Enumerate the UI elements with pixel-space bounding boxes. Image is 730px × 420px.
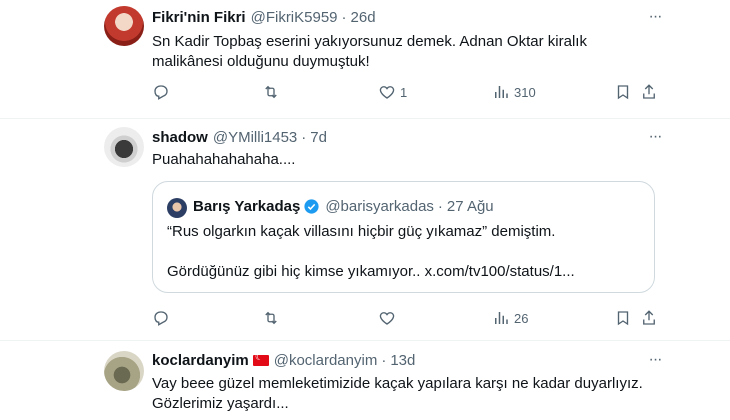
tweet-header: Fikri'nin Fikri @FikriK5959 · 26d xyxy=(152,7,376,27)
views-button[interactable]: 26 xyxy=(492,308,528,328)
like-button[interactable]: 1 xyxy=(378,82,407,102)
tweet-text-line: malikânesi olduğunu duymuştuk! xyxy=(152,53,370,70)
tweet-text-line: Vay beee güzel memleketimizide kaçak yap… xyxy=(152,375,643,392)
separator: · xyxy=(301,128,307,146)
reply-button[interactable] xyxy=(152,308,174,328)
heart-icon xyxy=(379,86,395,99)
share-icon xyxy=(643,84,655,99)
share-icon xyxy=(643,310,655,325)
tweet-1[interactable]: Fikri'nin Fikri @FikriK5959 · 26d ··· Sn… xyxy=(0,0,730,118)
tweet-header: shadow @YMilli1453 · 7d xyxy=(152,127,327,147)
bookmark-icon xyxy=(617,311,629,326)
avatar[interactable] xyxy=(104,127,144,167)
bookmark-button[interactable] xyxy=(614,308,632,328)
timestamp[interactable]: 13d xyxy=(390,352,415,369)
user-handle[interactable]: @koclardanyim xyxy=(274,352,378,369)
separator: · xyxy=(341,8,347,26)
views-icon xyxy=(495,312,508,324)
tweet-text: Puahahahahahaha.... xyxy=(152,150,652,170)
quoted-text-line: “Rus olgarkın kaçak villasını hiçbir güç… xyxy=(167,223,556,240)
like-count: 1 xyxy=(400,84,408,100)
display-name[interactable]: koclardanyim xyxy=(152,352,249,369)
retweet-button[interactable] xyxy=(262,82,284,102)
display-name[interactable]: Fikri'nin Fikri xyxy=(152,9,246,26)
tweet-actions: 26 xyxy=(152,308,662,328)
more-icon[interactable]: ··· xyxy=(645,127,665,147)
heart-icon xyxy=(379,312,395,325)
quoted-avatar xyxy=(167,198,187,218)
quoted-timestamp: 27 Ağu xyxy=(446,198,494,215)
avatar[interactable] xyxy=(104,351,144,391)
user-handle[interactable]: @FikriK5959 xyxy=(251,9,338,26)
reply-button[interactable] xyxy=(152,82,174,102)
bookmark-button[interactable] xyxy=(614,82,632,102)
tweet-text: Sn Kadir Topbaş eserini yakıyorsunuz dem… xyxy=(152,32,652,72)
more-icon[interactable]: ··· xyxy=(645,350,665,370)
reply-icon xyxy=(154,85,168,100)
timestamp[interactable]: 7d xyxy=(310,129,327,146)
more-icon[interactable]: ··· xyxy=(645,7,665,27)
verified-badge-icon xyxy=(304,199,319,214)
bookmark-icon xyxy=(617,85,629,100)
share-button[interactable] xyxy=(640,308,658,328)
timestamp[interactable]: 26d xyxy=(351,9,376,26)
turkey-flag-icon xyxy=(252,352,269,366)
quoted-header: Barış Yarkadaş @barisyarkadas · 27 Ağu xyxy=(193,198,494,215)
like-button[interactable] xyxy=(378,308,400,328)
display-name[interactable]: shadow xyxy=(152,129,208,146)
views-icon xyxy=(495,86,508,98)
view-count: 310 xyxy=(514,84,536,100)
tweet-text: Vay beee güzel memleketimizide kaçak yap… xyxy=(152,374,692,414)
user-handle[interactable]: @YMilli1453 xyxy=(213,129,297,146)
quoted-tweet[interactable]: Barış Yarkadaş @barisyarkadas · 27 Ağu “… xyxy=(152,181,655,293)
retweet-icon xyxy=(265,85,277,99)
retweet-icon xyxy=(265,311,277,325)
view-count: 26 xyxy=(514,310,529,326)
views-button[interactable]: 310 xyxy=(492,82,536,102)
tweet-text-line: Puahahahahahaha.... xyxy=(152,151,296,168)
quoted-text-line: Gördüğünüz gibi hiç kimse yıkamıyor.. x.… xyxy=(167,263,575,280)
reply-icon xyxy=(154,311,168,326)
retweet-button[interactable] xyxy=(262,308,284,328)
quoted-text: “Rus olgarkın kaçak villasını hiçbir güç… xyxy=(167,222,637,282)
tweet-actions: 1 310 xyxy=(152,82,662,102)
quoted-handle: @barisyarkadas xyxy=(325,198,434,215)
avatar[interactable] xyxy=(104,6,144,46)
tweet-3[interactable]: koclardanyim @koclardanyim · 13d ··· Vay… xyxy=(0,341,730,420)
tweet-header: koclardanyim @koclardanyim · 13d xyxy=(152,350,415,370)
share-button[interactable] xyxy=(640,82,658,102)
separator: · xyxy=(381,351,387,369)
tweet-text-line: Sn Kadir Topbaş eserini yakıyorsunuz dem… xyxy=(152,33,587,50)
separator: · xyxy=(437,198,443,215)
tweet-text-line: Gözlerimiz yaşardı... xyxy=(152,395,289,412)
quoted-display-name: Barış Yarkadaş xyxy=(193,198,301,215)
